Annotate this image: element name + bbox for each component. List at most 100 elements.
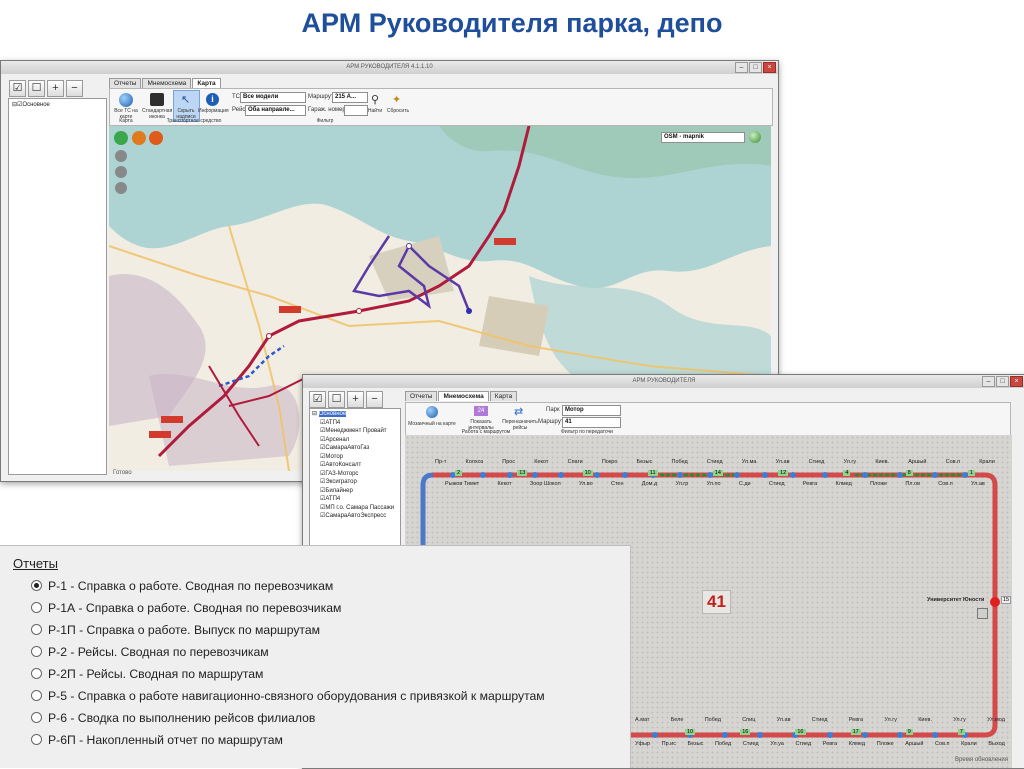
stop-label[interactable]: Ул.по	[707, 481, 721, 487]
stop-label[interactable]: Стиед	[707, 459, 723, 465]
stop-label[interactable]: А.мат	[635, 717, 649, 723]
stop-label[interactable]: Побед	[705, 717, 721, 723]
stop-label[interactable]: Пложе	[877, 741, 894, 747]
stop-label[interactable]: Стиед	[812, 717, 828, 723]
maximize-icon[interactable]: □	[749, 62, 762, 73]
expand-button[interactable]: +	[347, 391, 364, 408]
intervals-badge[interactable]: 24	[474, 406, 488, 416]
tree-item[interactable]: ☑АТП4	[310, 495, 400, 504]
stop-label[interactable]: Сов.п	[938, 481, 952, 487]
collapse-button[interactable]: −	[366, 391, 383, 408]
stop-label[interactable]: Ул.уа	[770, 741, 784, 747]
stop-label[interactable]: Прос	[502, 459, 515, 465]
stop-label[interactable]: Безыс	[688, 741, 704, 747]
tab-reports[interactable]: Отчеты	[405, 391, 438, 401]
stop-label[interactable]: Ревга	[803, 481, 817, 487]
stop-label[interactable]: Ревга	[849, 717, 863, 723]
vehicle-badge[interactable]: 12	[778, 470, 789, 476]
vehicle-badge[interactable]: 13	[517, 470, 528, 476]
uncheck-all-button[interactable]: ☐	[328, 391, 345, 408]
bus-marker-icon[interactable]	[977, 608, 988, 619]
tab-mnemo[interactable]: Мнемосхема	[142, 78, 192, 88]
vehicle-badge[interactable]: 2	[455, 470, 463, 476]
stop-label[interactable]: Уфыр	[635, 741, 650, 747]
tree-item[interactable]: ☑МП г.о. Самара Пассажи	[310, 504, 400, 513]
tree-item[interactable]: ☑Менеджмент Провайт	[310, 427, 400, 436]
stop-label[interactable]: Дом.д	[642, 481, 657, 487]
tree-item[interactable]: ☑ГАЗ-Моторс	[310, 470, 400, 479]
tree-item[interactable]: ☑СамараАвтоГаз	[310, 444, 400, 453]
tab-map[interactable]: Карта	[192, 78, 221, 88]
vehicle-badge[interactable]: 9	[905, 729, 913, 735]
minimize-icon[interactable]: –	[735, 62, 748, 73]
vehicle-badge[interactable]: 1	[967, 470, 975, 476]
tree-item[interactable]: ☑АвтоКонсалт	[310, 461, 400, 470]
stop-label[interactable]: Кекот	[534, 459, 548, 465]
stop-label[interactable]: Ул.ав	[777, 717, 791, 723]
vehicle-badge[interactable]: 16	[740, 729, 751, 735]
stop-label[interactable]: Пр-т	[435, 459, 446, 465]
radio-icon[interactable]	[31, 734, 42, 745]
stop-label[interactable]: Пр.ис	[662, 741, 676, 747]
tab-reports[interactable]: Отчеты	[109, 78, 142, 88]
reys-select[interactable]: Оба направле...	[245, 105, 306, 116]
stop-label[interactable]: Стиед	[809, 459, 825, 465]
tab-map[interactable]: Карта	[489, 391, 518, 401]
stop-label[interactable]: Колхоз	[466, 459, 484, 465]
broom-icon[interactable]: ✦	[392, 93, 401, 106]
stop-label[interactable]: Ул.гр	[675, 481, 688, 487]
stop-label[interactable]: Пложе	[870, 481, 887, 487]
tree-item[interactable]: ☑АТП4	[310, 419, 400, 428]
route-select[interactable]: 41	[562, 417, 621, 428]
check-all-button[interactable]: ☑	[9, 80, 26, 97]
stop-label[interactable]: Крали	[979, 459, 995, 465]
vehicle-badge[interactable]: 10	[685, 729, 696, 735]
radio-icon[interactable]	[31, 624, 42, 635]
vehicle-badge[interactable]: 17	[850, 729, 861, 735]
report-option-r6[interactable]: Р-6 - Сводка по выполнению рейсов филиал…	[31, 711, 315, 725]
terminal-label[interactable]: Университет Юности	[927, 597, 984, 603]
tree-item[interactable]: ☑Эксигратор	[310, 478, 400, 487]
stop-label[interactable]: С.ди	[739, 481, 751, 487]
stop-label[interactable]: Безыс	[637, 459, 653, 465]
reset-button[interactable]: Сбросить	[386, 108, 410, 114]
stop-label[interactable]: Покро	[602, 459, 618, 465]
map-globe-icon[interactable]	[749, 131, 761, 143]
stop-label[interactable]: Стиед	[769, 481, 785, 487]
stop-label[interactable]: Клмед	[835, 481, 851, 487]
stop-label[interactable]: Ул.гу	[884, 717, 897, 723]
report-option-r2p[interactable]: Р-2П - Рейсы. Сводная по маршрутам	[31, 667, 263, 681]
collapse-button[interactable]: −	[66, 80, 83, 97]
stop-label[interactable]: Побед	[671, 459, 687, 465]
radio-icon[interactable]	[31, 646, 42, 657]
vehicle-badge[interactable]: 11	[647, 470, 658, 476]
stop-label[interactable]: Ул.гу	[844, 459, 857, 465]
tree-item[interactable]: ☑Арсенал	[310, 436, 400, 445]
garage-input[interactable]	[344, 105, 368, 116]
stop-label[interactable]: Клмед	[849, 741, 865, 747]
stop-label[interactable]: Стиед	[795, 741, 811, 747]
stop-label[interactable]: Зоор Шокол	[530, 481, 561, 487]
stop-label[interactable]: Ул.ав	[971, 481, 985, 487]
stop-label[interactable]: Кекот	[497, 481, 511, 487]
globe-icon[interactable]	[426, 406, 438, 418]
stop-label[interactable]: Сов.п	[946, 459, 960, 465]
report-option-r1p[interactable]: Р-1П - Справка о работе. Выпуск по маршр…	[31, 623, 320, 637]
stop-label[interactable]: Ул.ма	[742, 459, 757, 465]
route-select[interactable]: 215 А...	[332, 92, 368, 103]
stop-label[interactable]: Ул.мод	[987, 717, 1005, 723]
tree-item[interactable]: ☑Билайнер	[310, 487, 400, 496]
stop-label[interactable]: Спаги	[568, 459, 583, 465]
stop-label[interactable]: Пл.ов	[905, 481, 920, 487]
stop-label[interactable]: Аршый	[908, 459, 926, 465]
terminal-badge[interactable]: 15	[1001, 596, 1012, 604]
stop-label[interactable]: Стиед	[743, 741, 759, 747]
tab-mnemo[interactable]: Мнемосхема	[438, 391, 489, 401]
stop-label[interactable]: Киев.	[875, 459, 889, 465]
report-option-r6p[interactable]: Р-6П - Накопленный отчет по маршрутам	[31, 733, 283, 747]
bus-icon[interactable]	[150, 93, 164, 106]
stop-label[interactable]: Ул.гу	[953, 717, 966, 723]
tree-item-root[interactable]: ⊟☑Основное	[9, 99, 106, 110]
find-button[interactable]: Найти	[366, 108, 384, 114]
close-icon[interactable]: ×	[763, 62, 776, 73]
